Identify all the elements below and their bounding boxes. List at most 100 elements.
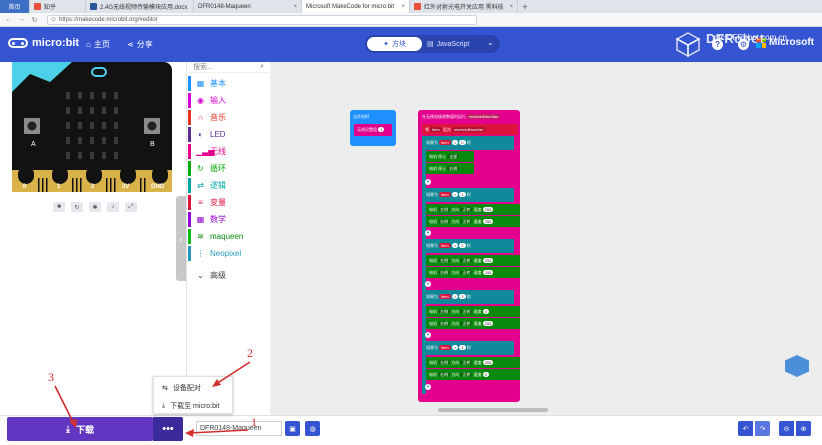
motor-select[interactable]: 左侧	[438, 360, 451, 365]
tab-zhihu[interactable]: 知乎	[30, 0, 86, 13]
close-icon[interactable]: ×	[293, 4, 297, 10]
category-radio[interactable]: ▁▃▅ 无线	[188, 144, 270, 159]
eq-operator[interactable]: =	[451, 345, 459, 350]
share-button[interactable]: ⋖ 分享	[127, 39, 153, 50]
item-variable[interactable]: item	[439, 140, 451, 145]
if-value[interactable]: 0	[459, 140, 466, 145]
microbit-logo[interactable]: micro:bit	[8, 37, 79, 49]
zoom-in-button[interactable]: ⊕	[796, 421, 811, 436]
add-else-icon[interactable]: +	[425, 384, 431, 390]
chevron-down-icon[interactable]: ⌄	[487, 38, 494, 47]
close-icon[interactable]: ×	[401, 4, 405, 10]
radio-group-value[interactable]: 1	[378, 127, 385, 132]
add-else-icon[interactable]: +	[425, 281, 431, 287]
fullscreen-icon[interactable]: ⤢	[125, 202, 137, 212]
motor-select[interactable]: 右侧	[447, 166, 460, 171]
item-variable[interactable]: item	[430, 127, 442, 132]
blocks-mode-button[interactable]: ✦ 方块	[367, 37, 422, 51]
eq-operator[interactable]: =	[451, 140, 459, 145]
project-name-input[interactable]: DFR0148-Maqueen	[196, 421, 282, 436]
zoom-out-button[interactable]: ⊖	[779, 421, 794, 436]
category-math[interactable]: ▦ 数学	[188, 212, 270, 227]
motor-select[interactable]: 左侧	[438, 207, 451, 212]
speed-value[interactable]: 255	[482, 258, 494, 263]
if-value[interactable]: 4	[459, 345, 466, 350]
item-variable[interactable]: item	[439, 294, 451, 299]
restart-icon[interactable]: ↻	[71, 202, 83, 212]
add-else-icon[interactable]: +	[425, 230, 431, 236]
workspace-horizontal-scrollbar[interactable]	[438, 408, 548, 412]
if-value[interactable]: 2	[459, 243, 466, 248]
eq-operator[interactable]: =	[451, 243, 459, 248]
motor-select[interactable]: 右侧	[438, 219, 451, 224]
add-else-icon[interactable]: +	[425, 179, 431, 185]
mute-icon[interactable]: ♪	[107, 202, 119, 212]
reload-icon[interactable]: ↻	[30, 15, 39, 24]
stop-icon[interactable]: ■	[53, 202, 65, 212]
item-variable[interactable]: item	[439, 243, 451, 248]
eq-operator[interactable]: =	[451, 192, 459, 197]
category-basic[interactable]: ▦ 基本	[188, 76, 270, 91]
speed-value[interactable]: 255	[482, 270, 494, 275]
new-tab-button[interactable]: +	[518, 0, 532, 13]
forward-icon[interactable]: →	[17, 15, 26, 24]
if-value[interactable]: 1	[459, 192, 466, 197]
microbit-simulator-board[interactable]: A B 0 1 2 3V GND	[12, 62, 172, 192]
more-options-button[interactable]: •••	[153, 417, 183, 441]
motor-select[interactable]: 全部	[447, 154, 460, 159]
speed-value[interactable]: 255	[482, 360, 494, 365]
category-maqueen[interactable]: ≋ maqueen	[188, 229, 270, 244]
received-number-param[interactable]: receivedNumber	[467, 114, 501, 119]
direction-select[interactable]: 正转	[460, 360, 473, 365]
if-value[interactable]: 3	[459, 294, 466, 299]
toolbox-search-input[interactable]: 搜索... ⌕	[188, 62, 268, 73]
direction-select[interactable]: 正转	[460, 258, 473, 263]
home-button[interactable]: ⌂ 主页	[86, 39, 110, 50]
speed-value[interactable]: 255	[482, 321, 494, 326]
motor-select[interactable]: 右侧	[438, 270, 451, 275]
item-variable[interactable]: item	[439, 192, 451, 197]
motor-select[interactable]: 左侧	[438, 309, 451, 314]
tab-makecode[interactable]: Microsoft MakeCode for micro:bit ×	[302, 0, 410, 13]
menu-item-pair-device[interactable]: ⇆ 设备配对	[154, 379, 232, 396]
tab-sensor[interactable]: 红外对射光电开关应用 黑科技 ×	[410, 0, 518, 13]
menu-item-download-to-microbit[interactable]: ⤓ 下载至 micro:bit	[154, 397, 232, 414]
received-number-value[interactable]: receivedNumber	[451, 127, 486, 132]
motor-select[interactable]: 左侧	[438, 258, 451, 263]
eq-operator[interactable]: =	[451, 294, 459, 299]
direction-select[interactable]: 正转	[460, 321, 473, 326]
direction-select[interactable]: 正转	[460, 372, 473, 377]
category-input[interactable]: ◉ 输入	[188, 93, 270, 108]
tab-docx[interactable]: 2.4G无线视频传输模块应用.docx	[86, 0, 194, 13]
undo-button[interactable]: ↶	[738, 421, 753, 436]
collapse-simulator-button[interactable]: ‹	[176, 196, 186, 281]
motor-select[interactable]: 右侧	[438, 372, 451, 377]
speed-value[interactable]: 0	[482, 309, 489, 314]
add-else-icon[interactable]: +	[425, 332, 431, 338]
slowmo-icon[interactable]: ✱	[89, 202, 101, 212]
direction-select[interactable]: 正转	[460, 270, 473, 275]
javascript-mode-button[interactable]: ▤ JavaScript	[427, 37, 469, 51]
category-loops[interactable]: ↻ 循环	[188, 161, 270, 176]
direction-select[interactable]: 正转	[460, 207, 473, 212]
category-led[interactable]: ◐ LED	[188, 127, 270, 142]
direction-select[interactable]: 正转	[460, 309, 473, 314]
download-button[interactable]: ⤓ 下载	[7, 417, 153, 441]
close-icon[interactable]: ×	[509, 4, 513, 10]
tab-maqueen[interactable]: DFR0148-Maqueen ×	[194, 0, 302, 13]
speed-value[interactable]: 255	[482, 219, 494, 224]
github-button[interactable]: ◍	[305, 421, 320, 436]
speed-value[interactable]: 0	[482, 372, 489, 377]
category-music[interactable]: ∩ 音乐	[188, 110, 270, 125]
motor-select[interactable]: 右侧	[438, 321, 451, 326]
direction-select[interactable]: 正转	[460, 219, 473, 224]
category-variables[interactable]: ≡ 变量	[188, 195, 270, 210]
speed-value[interactable]: 255	[482, 207, 494, 212]
url-input[interactable]: ⊙ https://makecode.microbit.org/#editor	[47, 14, 477, 25]
redo-button[interactable]: ↷	[755, 421, 770, 436]
save-button[interactable]: ▣	[285, 421, 300, 436]
tab-home[interactable]: 首页	[0, 0, 30, 13]
category-neopixel[interactable]: ⋮ Neopixel	[188, 246, 270, 261]
category-logic[interactable]: ⇄ 逻辑	[188, 178, 270, 193]
item-variable[interactable]: item	[439, 345, 451, 350]
